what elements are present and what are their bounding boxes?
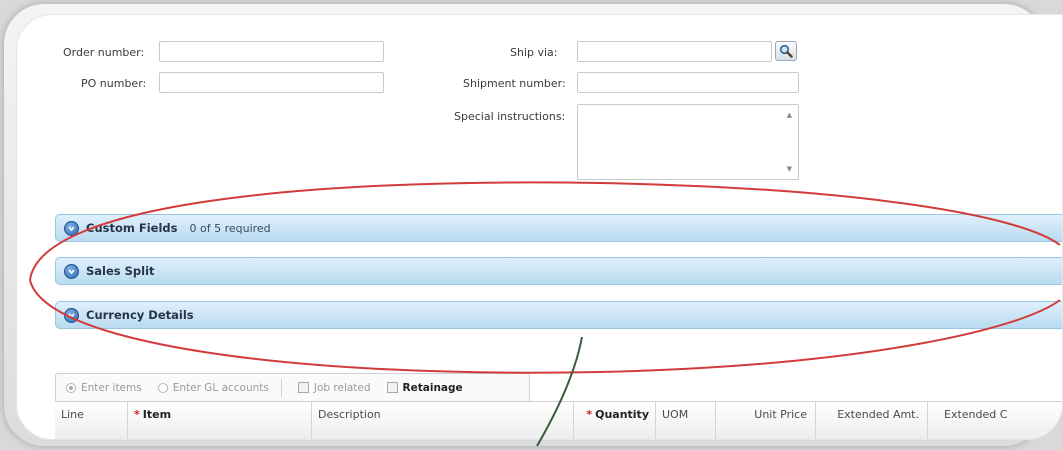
sales-split-title: Sales Split [86, 264, 155, 278]
special-instructions-label: Special instructions: [454, 110, 566, 123]
scroll-down-arrow-icon[interactable]: ▼ [787, 165, 792, 173]
po-number-input[interactable] [159, 72, 384, 93]
divider [280, 378, 282, 397]
job-related-checkbox[interactable]: Job related [297, 381, 371, 394]
expand-circle-icon[interactable] [64, 307, 79, 323]
line-items-grid-header: Line * Item Description * Quantity UOM Uni… [55, 401, 1062, 439]
currency-details-section[interactable]: Currency Details [55, 301, 1062, 329]
line-entry-options-bar: Enter items Enter GL accounts Job relate… [55, 373, 530, 401]
custom-fields-required-count: 0 of 5 required [189, 221, 271, 235]
retainage-label: Retainage [402, 381, 463, 394]
enter-items-label: Enter items [81, 381, 142, 394]
order-form-panel: Order number: PO number: Ship via: Shipm… [16, 14, 1063, 440]
column-header-unit-price[interactable]: Unit Price [715, 402, 815, 439]
shipment-number-label: Shipment number: [463, 77, 566, 90]
checkbox-icon[interactable] [297, 382, 309, 393]
column-header-extended-amt[interactable]: Extended Amt. [815, 402, 927, 439]
retainage-checkbox[interactable]: Retainage [386, 381, 463, 394]
column-header-description[interactable]: Description [311, 402, 573, 439]
column-header-line[interactable]: Line [55, 402, 127, 439]
required-star: * [586, 408, 593, 421]
radio-selected-icon[interactable] [66, 382, 76, 393]
sales-split-section[interactable]: Sales Split [55, 257, 1062, 285]
currency-details-title: Currency Details [86, 308, 194, 322]
column-header-item[interactable]: * Item [127, 402, 311, 439]
ship-via-lookup-button[interactable] [775, 41, 797, 61]
custom-fields-section[interactable]: Custom Fields 0 of 5 required [55, 214, 1062, 242]
radio-icon[interactable] [157, 382, 168, 393]
special-instructions-textarea[interactable]: ▲ ▼ [577, 104, 799, 180]
expand-circle-icon[interactable] [64, 263, 79, 279]
enter-gl-accounts-label: Enter GL accounts [172, 381, 269, 394]
shipment-number-input[interactable] [577, 72, 799, 93]
job-related-label: Job related [313, 381, 371, 394]
expand-circle-icon[interactable] [64, 220, 79, 236]
required-star: * [134, 408, 140, 421]
column-header-extended-cost[interactable]: Extended C [927, 402, 1062, 439]
checkbox-icon[interactable] [386, 382, 398, 393]
scroll-up-arrow-icon[interactable]: ▲ [787, 111, 792, 119]
custom-fields-title: Custom Fields [86, 221, 178, 235]
ship-via-input[interactable] [577, 41, 772, 62]
enter-gl-accounts-radio[interactable]: Enter GL accounts [157, 381, 269, 394]
ship-via-label: Ship via: [510, 46, 558, 59]
column-header-uom[interactable]: UOM [655, 402, 715, 439]
column-header-quantity[interactable]: * Quantity [573, 402, 655, 439]
enter-items-radio[interactable]: Enter items [66, 382, 142, 394]
order-number-input[interactable] [159, 41, 384, 62]
po-number-label: PO number: [81, 77, 147, 90]
magnifier-icon [779, 44, 793, 58]
order-number-label: Order number: [63, 46, 145, 59]
